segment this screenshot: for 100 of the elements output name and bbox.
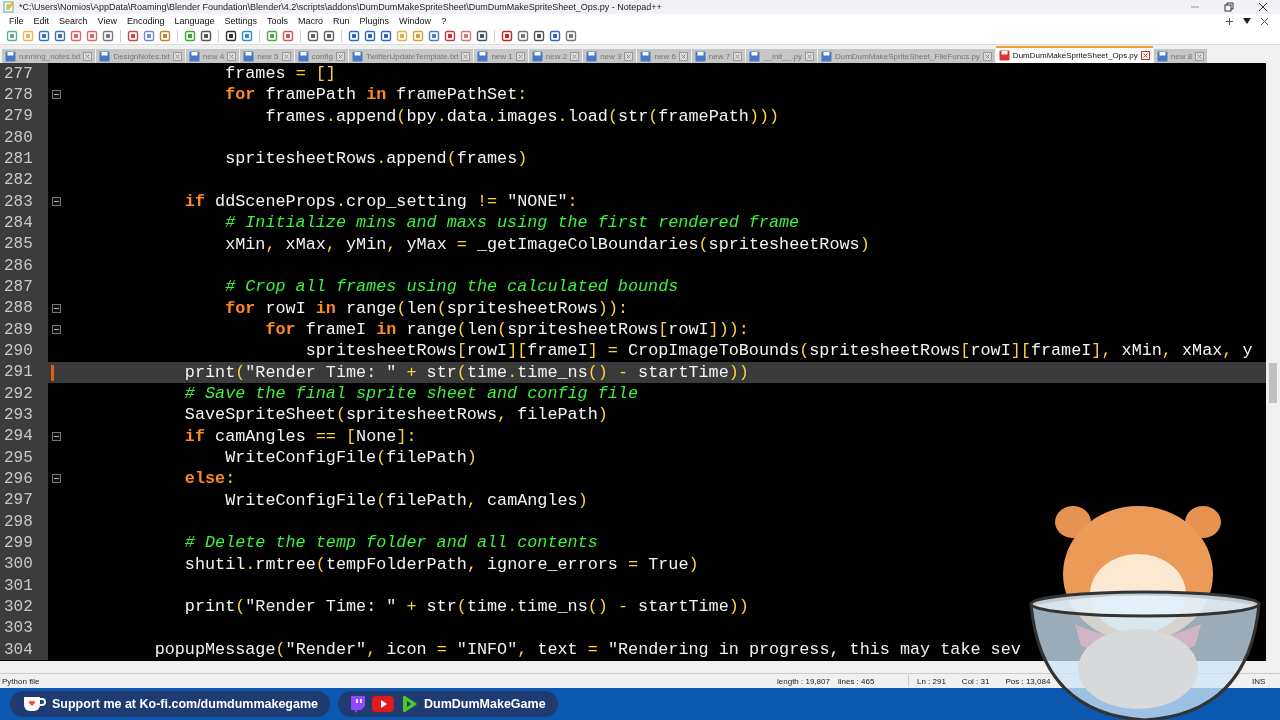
line-number: 287 [0,276,48,298]
line-number: 290 [0,340,48,362]
line-number: 282 [0,169,48,191]
code-line: # Initialize mins and maxs using the first rendered frame [224,213,800,233]
line-number: 277 [0,63,48,85]
tab-close-icon[interactable] [281,51,291,61]
line-number: 284 [0,212,48,234]
line-number: 283 [0,190,48,213]
fold-toggle-icon[interactable] [51,197,61,207]
line-number: 292 [0,382,48,405]
menu-item[interactable]: Plugins [354,16,395,26]
dropdown-icon[interactable] [1243,18,1251,24]
menu-item[interactable]: Encoding [121,16,170,26]
menu-item[interactable]: Language [169,16,220,26]
tab-close-icon[interactable] [1140,51,1150,60]
line-number: 299 [0,532,48,554]
file-tab[interactable]: DumDumMakeSpriteSheet_Ops.py [995,46,1153,63]
chat-bubble-icon [350,695,366,713]
code-line: print("Render Time: " + str(time.time_ns() - startTime)) [183,597,749,617]
line-number: 286 [0,254,48,277]
line-number: 278 [0,84,48,106]
code-line: xMin, xMax, yMin, yMax = _getImageColBoundaries(spritesheetRows) [224,234,870,254]
code-line: frames = [] [224,64,336,84]
fold-toggle-icon[interactable] [51,303,61,313]
play-arrow-icon [400,695,418,713]
code-line: # Save the final sprite sheet and config file [183,384,638,404]
tab-close-icon[interactable] [461,51,471,61]
line-number: 281 [0,148,48,170]
tab-close-icon[interactable] [982,51,992,61]
fold-toggle-icon[interactable] [51,325,61,335]
line-number: 289 [0,318,48,341]
line-number: 304 [0,638,48,661]
tab-close-icon[interactable] [172,51,182,61]
line-number: 288 [0,297,48,319]
line-number: 298 [0,510,48,533]
code-line: for frameI in range(len(spritesheetRows[rowI])): [264,320,749,340]
line-number: 300 [0,553,48,575]
line-info: Ln : 291 [916,676,946,686]
line-number: 302 [0,596,48,618]
close-icon[interactable] [1258,2,1268,12]
tab-close-icon[interactable] [570,51,580,61]
restore-icon[interactable] [1224,2,1234,12]
fold-toggle-icon[interactable] [51,431,61,441]
tab-close-icon[interactable] [515,51,525,61]
code-line: if camAngles == [None]: [183,426,417,446]
tab-close-icon[interactable] [624,51,634,61]
tab-close-icon[interactable] [678,51,688,61]
file-type: Python file [1,676,41,686]
code-line: # Delete the temp folder and all contents [183,533,598,553]
plus-icon[interactable] [1226,17,1233,25]
line-number: 293 [0,404,48,426]
line-number: 280 [0,127,48,149]
tab-close-icon[interactable] [733,51,743,61]
line-number: 303 [0,617,48,639]
menu-item[interactable]: File [4,16,29,26]
tab-close-icon[interactable] [335,51,345,61]
line-number: 296 [0,468,48,490]
code-line: frames.append(bpy.data.images.load(str(framePath))) [264,106,780,126]
code-line: for framePath in framePathSet: [224,85,528,105]
coffee-cup-icon [22,695,46,713]
code-line: print("Render Time: " + str(time.time_ns() - startTime)) [183,362,749,382]
code-line: spritesheetRows[rowI][frameI] = CropImageToBounds(spritesheetRows[rowI][frameI], xMin, xMax, y [304,341,1253,361]
code-line: popupMessage("Render", icon = "INFO", text = "Rendering in progress, this may take sev [153,640,1021,659]
lines-info: lines : 465 [837,676,876,686]
menu-item[interactable]: Settings [219,16,263,26]
code-line: WriteConfigFile(filePath) [224,448,477,468]
line-number: 285 [0,233,48,255]
menu-item[interactable]: Edit [28,16,55,26]
line-number: 294 [0,425,48,447]
close-icon[interactable] [1261,17,1268,25]
line-number: 301 [0,574,48,597]
code-line: SaveSpriteSheet(spritesheetRows, filePath) [183,405,608,425]
window-title: *C:\Users\Nomios\AppData\Roaming\Blender Foundation\Blender\4.2\scripts\addons\DumDumMakeSpriteSheet\DumDumMakeSpriteSheet_Ops.py - Notepad++ [19,2,662,12]
menu-item[interactable]: Tools [262,16,294,26]
fold-toggle-icon[interactable] [51,474,61,484]
menu-item[interactable]: Macro [293,16,329,26]
tab-close-icon[interactable] [1195,51,1205,61]
column-info: Col : 31 [961,676,990,686]
tab-close-icon[interactable] [83,51,93,61]
code-editor[interactable] [0,63,1280,661]
length-info: length : 19,807 [777,676,830,686]
play-button-icon [372,696,394,712]
menu-item[interactable]: View [92,16,122,26]
tab-close-icon[interactable] [804,51,814,61]
menu-item[interactable]: Search [54,16,93,26]
insert-mode: INS [1252,676,1267,686]
code-line: WriteConfigFile(filePath, camAngles) [224,490,588,510]
tab-close-icon[interactable] [227,51,237,61]
support-text: Support me at Ko-fi.com/dumdummakegame [52,697,318,711]
code-line: shutil.rmtree(tempFolderPath, ignore_errors = True) [183,554,699,574]
code-line: if ddSceneProps.crop_setting != "NONE": [183,192,578,212]
line-number: 279 [0,105,48,127]
position-info: Pos : 13,084 [1005,676,1051,686]
code-line: spritesheetRows.append(frames) [224,149,528,169]
menu-item[interactable]: ? [436,16,452,26]
line-number: 297 [0,489,48,511]
line-number: 295 [0,446,48,469]
menu-item[interactable]: Run [328,16,355,26]
menu-item[interactable]: Window [394,16,437,26]
fold-toggle-icon[interactable] [51,90,61,100]
